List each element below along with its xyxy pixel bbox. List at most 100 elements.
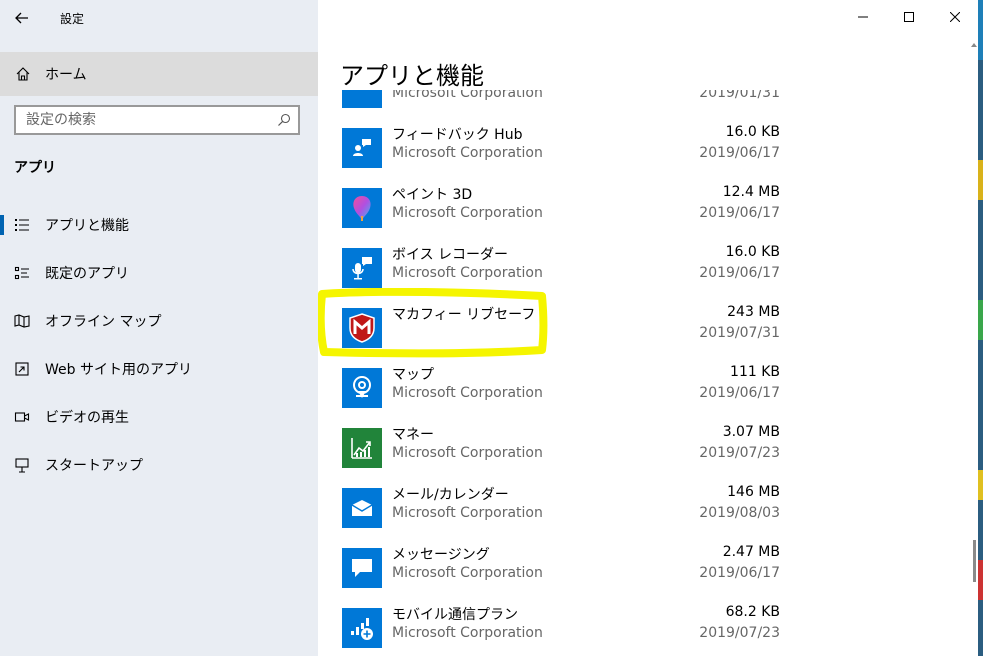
app-row[interactable]: マップ Microsoft Corporation 111 KB 2019/06… xyxy=(318,360,968,420)
app-row[interactable]: ペイント 3D Microsoft Corporation 12.4 MB 20… xyxy=(318,180,968,240)
app-row[interactable]: マネー Microsoft Corporation 3.07 MB 2019/0… xyxy=(318,420,968,480)
sidebar-item-websites-apps[interactable]: Web サイト用のアプリ xyxy=(0,349,318,389)
sidebar-item-label: ビデオの再生 xyxy=(45,410,129,426)
scrollbar[interactable] xyxy=(970,40,978,656)
maps-icon xyxy=(342,368,382,408)
settings-search xyxy=(14,105,300,135)
nav-pane: 設定 ホーム アプリ アプリと機能 既定のアプリ xyxy=(0,0,318,656)
app-publisher: Microsoft Corporation xyxy=(392,625,543,641)
mobile-plans-icon xyxy=(342,608,382,648)
close-icon xyxy=(950,12,960,22)
app-name: メール/カレンダー xyxy=(392,487,509,503)
sidebar-item-label: スタートアップ xyxy=(45,458,143,474)
maximize-button[interactable] xyxy=(886,0,932,34)
search-input[interactable] xyxy=(16,108,270,132)
back-arrow-icon xyxy=(15,12,28,24)
scroll-up-icon[interactable] xyxy=(971,40,977,50)
window-title: 設定 xyxy=(60,11,85,26)
app-row[interactable]: ボイス レコーダー Microsoft Corporation 16.0 KB … xyxy=(318,240,968,300)
close-button[interactable] xyxy=(932,0,978,34)
messaging-icon xyxy=(342,548,382,588)
voice-recorder-icon xyxy=(342,248,382,288)
app-icon xyxy=(342,90,382,108)
paint-3d-icon xyxy=(342,188,382,228)
back-button[interactable] xyxy=(0,0,44,36)
settings-window: 設定 ホーム アプリ アプリと機能 既定のアプリ xyxy=(0,0,978,656)
sidebar-item-video-playback[interactable]: ビデオの再生 xyxy=(0,397,318,437)
app-publisher: Microsoft Corporation xyxy=(392,205,543,221)
nav-home-label: ホーム xyxy=(45,67,87,83)
app-row[interactable]: Microsoft Corporation 2019/01/31 xyxy=(318,90,968,120)
websites-apps-icon xyxy=(13,361,31,377)
sidebar-item-apps-features[interactable]: アプリと機能 xyxy=(0,205,318,245)
app-name: マネー xyxy=(392,427,434,443)
sidebar-item-default-apps[interactable]: 既定のアプリ xyxy=(0,253,318,293)
app-date: 2019/07/23 xyxy=(699,625,780,641)
content-pane: アプリと機能 Microsoft Corporation 2019/01/31 … xyxy=(318,0,978,656)
background-window-edge xyxy=(978,0,983,656)
app-size: 12.4 MB xyxy=(722,184,780,200)
nav-home[interactable]: ホーム xyxy=(0,52,318,96)
app-publisher: Microsoft Corporation xyxy=(392,385,543,401)
mail-calendar-icon xyxy=(342,488,382,528)
app-date: 2019/07/31 xyxy=(699,325,780,341)
app-size: 243 MB xyxy=(727,304,780,320)
app-date: 2019/08/03 xyxy=(699,505,780,521)
minimize-button[interactable] xyxy=(840,0,886,34)
scrollbar-thumb[interactable] xyxy=(973,540,976,582)
startup-icon xyxy=(13,457,31,473)
app-size: 3.07 MB xyxy=(722,424,780,440)
app-name: マカフィー リブセーフ xyxy=(392,307,536,323)
app-date: 2019/06/17 xyxy=(699,265,780,281)
app-name: モバイル通信プラン xyxy=(392,607,518,623)
app-row[interactable]: マカフィー リブセーフ 243 MB 2019/07/31 xyxy=(318,300,968,360)
money-icon xyxy=(342,428,382,468)
app-date: 2019/07/23 xyxy=(699,445,780,461)
app-date: 2019/06/17 xyxy=(699,145,780,161)
app-size: 16.0 KB xyxy=(725,244,780,260)
app-row[interactable]: メッセージング Microsoft Corporation 2.47 MB 20… xyxy=(318,540,968,600)
sidebar-item-label: Web サイト用のアプリ xyxy=(45,362,192,378)
app-publisher: Microsoft Corporation xyxy=(392,565,543,581)
app-date: 2019/06/17 xyxy=(699,205,780,221)
app-row[interactable]: フィードバック Hub Microsoft Corporation 16.0 K… xyxy=(318,120,968,180)
mcafee-icon xyxy=(342,308,382,348)
default-apps-icon xyxy=(13,265,31,281)
minimize-icon xyxy=(858,16,868,18)
search-icon[interactable] xyxy=(270,113,298,127)
sidebar-item-label: 既定のアプリ xyxy=(45,266,129,282)
app-name: メッセージング xyxy=(392,547,490,563)
app-row[interactable]: メール/カレンダー Microsoft Corporation 146 MB 2… xyxy=(318,480,968,540)
apps-features-icon xyxy=(13,217,31,233)
sidebar-item-label: アプリと機能 xyxy=(45,218,129,234)
app-list: Microsoft Corporation 2019/01/31 フィードバック… xyxy=(318,90,968,656)
app-size: 111 KB xyxy=(730,364,780,380)
title-bar: 設定 xyxy=(0,0,318,36)
sidebar-item-label: オフライン マップ xyxy=(45,314,162,330)
app-name: ペイント 3D xyxy=(392,187,473,203)
app-row[interactable]: モバイル通信プラン Microsoft Corporation 68.2 KB … xyxy=(318,600,968,656)
app-name: マップ xyxy=(392,367,434,383)
page-title: アプリと機能 xyxy=(340,62,484,90)
app-publisher: Microsoft Corporation xyxy=(392,90,543,101)
home-icon xyxy=(15,66,31,82)
app-name: フィードバック Hub xyxy=(392,127,523,143)
section-heading: アプリ xyxy=(14,160,56,176)
app-publisher: Microsoft Corporation xyxy=(392,265,543,281)
app-list-content: Microsoft Corporation 2019/01/31 フィードバック… xyxy=(318,90,968,656)
sidebar-item-offline-maps[interactable]: オフライン マップ xyxy=(0,301,318,341)
app-size: 146 MB xyxy=(727,484,780,500)
maximize-icon xyxy=(904,12,914,22)
app-publisher: Microsoft Corporation xyxy=(392,145,543,161)
app-name: ボイス レコーダー xyxy=(392,247,509,263)
sidebar-item-startup[interactable]: スタートアップ xyxy=(0,445,318,485)
video-playback-icon xyxy=(13,409,31,425)
app-date: 2019/01/31 xyxy=(699,90,780,101)
app-size: 2.47 MB xyxy=(722,544,780,560)
caption-buttons xyxy=(840,0,978,34)
app-date: 2019/06/17 xyxy=(699,385,780,401)
feedback-hub-icon xyxy=(342,128,382,168)
app-size: 16.0 KB xyxy=(725,124,780,140)
app-date: 2019/06/17 xyxy=(699,565,780,581)
app-publisher: Microsoft Corporation xyxy=(392,445,543,461)
